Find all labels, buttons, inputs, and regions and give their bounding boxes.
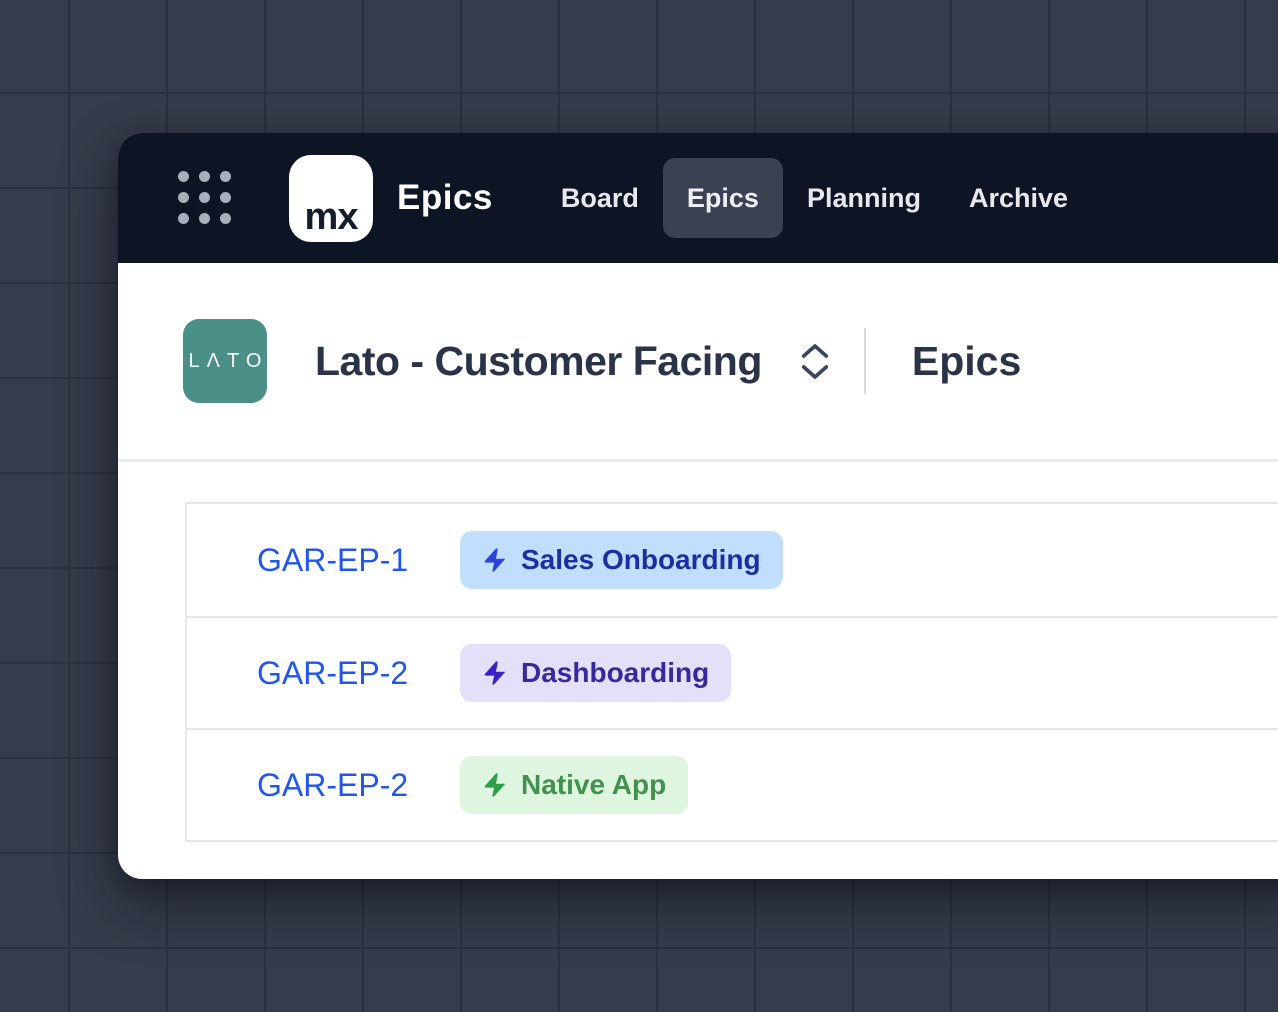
- header-divider: [863, 328, 866, 394]
- top-navbar: mx Epics Board Epics Planning Archive: [118, 133, 1278, 263]
- project-switcher[interactable]: [800, 343, 830, 380]
- epic-id-link[interactable]: GAR-EP-1: [257, 542, 460, 579]
- nav-item-epics[interactable]: Epics: [662, 158, 783, 238]
- mx-logo[interactable]: mx: [289, 154, 373, 242]
- nav-item-board[interactable]: Board: [537, 158, 663, 238]
- page-header: LΛTO Lato - Customer Facing Epics: [118, 263, 1278, 462]
- bolt-icon: [482, 772, 508, 798]
- epic-badge-label: Sales Onboarding: [521, 544, 761, 575]
- app-title: Epics: [397, 178, 493, 217]
- epics-table: GAR-EP-1 Sales Onboarding GAR-EP-2 Dashb…: [185, 502, 1278, 842]
- mx-logo-text: mx: [304, 195, 359, 238]
- nav-item-archive[interactable]: Archive: [945, 158, 1092, 238]
- chevron-down-icon: [800, 364, 830, 380]
- bolt-icon: [482, 547, 508, 573]
- project-logo: LΛTO: [183, 319, 267, 403]
- nav-item-planning[interactable]: Planning: [783, 158, 945, 238]
- epic-badge[interactable]: Native App: [460, 756, 689, 814]
- app-window: mx Epics Board Epics Planning Archive LΛ…: [118, 133, 1278, 879]
- bolt-icon: [482, 660, 508, 686]
- epic-row: GAR-EP-1 Sales Onboarding: [187, 504, 1278, 616]
- epic-id-link[interactable]: GAR-EP-2: [257, 655, 460, 692]
- epic-badge[interactable]: Sales Onboarding: [460, 531, 783, 589]
- epic-row: GAR-EP-2 Native App: [187, 728, 1278, 840]
- project-logo-text: LΛTO: [188, 349, 269, 372]
- chevron-up-icon: [800, 343, 830, 359]
- epic-row: GAR-EP-2 Dashboarding: [187, 616, 1278, 728]
- epic-badge[interactable]: Dashboarding: [460, 644, 732, 702]
- epic-badge-label: Native App: [521, 769, 667, 800]
- epic-badge-label: Dashboarding: [521, 657, 710, 688]
- content-area: GAR-EP-1 Sales Onboarding GAR-EP-2 Dashb…: [118, 502, 1278, 842]
- section-title: Epics: [911, 337, 1022, 384]
- desktop-background: { "navbar": { "logo_text": "mx", "brand"…: [0, 0, 1278, 1012]
- apps-grid-icon[interactable]: [178, 171, 232, 225]
- main-nav: Board Epics Planning Archive: [537, 158, 1092, 238]
- epic-id-link[interactable]: GAR-EP-2: [257, 767, 460, 804]
- project-title: Lato - Customer Facing: [315, 337, 762, 384]
